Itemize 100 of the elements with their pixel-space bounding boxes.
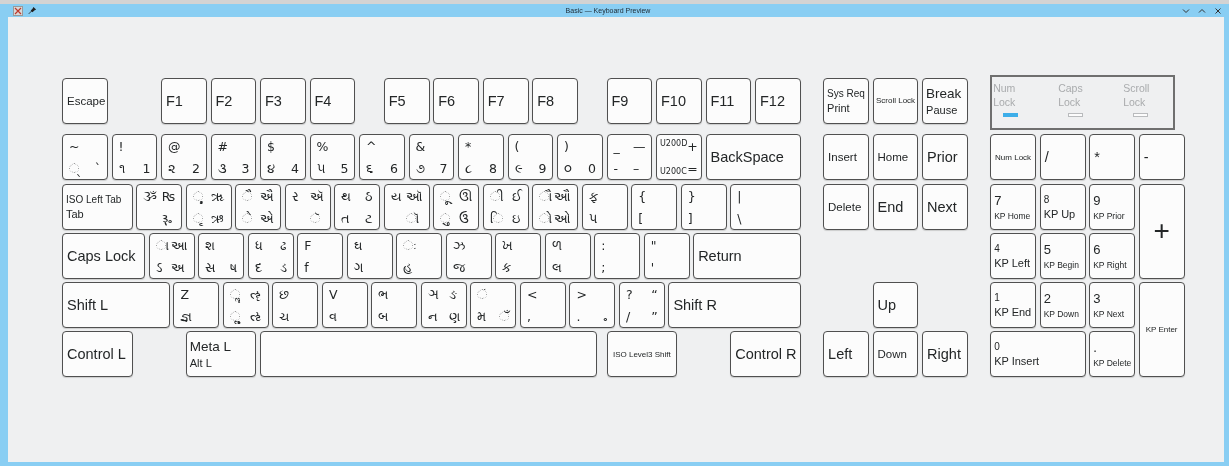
key-legend: * (465, 139, 489, 155)
key-legend: ણ (448, 309, 460, 325)
key-legend: ◌ૢ (229, 309, 250, 325)
key-legend: 4 (290, 161, 299, 177)
key-legend: ! (118, 139, 143, 155)
key-legend: V (328, 287, 361, 303)
key-legend: _ (613, 139, 633, 155)
key-label: 7 (994, 192, 1003, 208)
key-legend: ઓ (554, 210, 572, 226)
key-legend: @ (168, 139, 192, 155)
keyboard-key: Prior (922, 134, 968, 181)
keyboard-key: Caps Lock (62, 232, 146, 279)
key-legend: ૩ (217, 161, 242, 177)
key-label: KP Down (1043, 309, 1080, 320)
key-legend: | (737, 188, 794, 204)
key-label: Print (827, 101, 851, 114)
key-legend: " (650, 237, 683, 253)
key-label: KP Insert (994, 355, 1041, 368)
key-legend: ` (94, 161, 101, 177)
key-legend: ઑ (405, 188, 423, 204)
indicator-label: Caps Lock (1058, 82, 1084, 110)
keyboard-key: Control R (730, 331, 801, 378)
key-legend: ઐ (260, 188, 275, 204)
key-legend: [ (638, 210, 671, 226)
key-legend: ૰ (603, 309, 609, 325)
app-icon (13, 5, 23, 16)
key-legend: ય (390, 188, 406, 204)
key-label: KP Next (1093, 309, 1126, 320)
key-legend: ૡ (249, 287, 262, 303)
key-legend: ઔ (554, 188, 572, 204)
key-legend: > (576, 287, 604, 303)
key-legend: ] (687, 210, 720, 226)
key-legend: ઊ (459, 188, 473, 204)
key-legend: ' (650, 259, 683, 275)
key-legend: ગ (353, 259, 386, 275)
pin-icon[interactable] (28, 6, 37, 15)
keyboard-key: F10 (656, 78, 702, 124)
close-icon[interactable] (1214, 6, 1222, 15)
key-legend: ૪ (267, 161, 291, 177)
key-legend: સ (205, 259, 231, 275)
keyboard-key: F6 (433, 78, 480, 124)
keyboard-key: + (1138, 183, 1185, 279)
key-label: 5 (1043, 241, 1052, 257)
keyboard-key: Escape (62, 78, 108, 124)
keyboard-key: Next (922, 183, 968, 230)
key-label: 6 (1093, 241, 1102, 257)
keyboard-key: ISO Level3 Shift (606, 331, 678, 378)
key-legend: # (217, 139, 242, 155)
key-legend: 8 (488, 161, 497, 177)
keyboard-key: F5 (383, 78, 430, 124)
key-legend: ◌ં (477, 287, 500, 303)
key-legend: 5 (340, 161, 349, 177)
key-legend: Z (180, 287, 213, 303)
key-legend: મ (477, 309, 500, 325)
key-legend: ) (564, 139, 588, 155)
key-legend: ઽ (155, 259, 171, 275)
key-legend: ૯ (514, 161, 539, 177)
keyboard-key: Shift R (668, 282, 801, 329)
key-label: Meta L (189, 339, 233, 355)
key-legend: f (304, 259, 337, 275)
key-legend: ઙ (448, 287, 460, 303)
key-legend: ષ (230, 259, 238, 275)
key-legend: U200C (660, 166, 688, 177)
keyboard-key: End (872, 183, 919, 230)
key-legend: વ (328, 309, 361, 325)
key-label: . (1093, 340, 1098, 356)
key-legend: ૧ (118, 161, 143, 177)
keyboard-key: F1 (161, 78, 207, 124)
key-label: 1 (994, 292, 1001, 304)
key-legend: 7 (439, 161, 448, 177)
keyboard-key: Up (872, 282, 919, 329)
key-legend: 3 (241, 161, 250, 177)
key-legend: ઘ (353, 237, 386, 253)
key-legend: . (576, 309, 604, 325)
keyboard-key: Return (693, 232, 801, 279)
key-legend: ભ (378, 287, 411, 303)
keyboard-key: F3 (260, 78, 306, 124)
key-legend: ^ (366, 139, 390, 155)
key-legend: – (632, 161, 646, 177)
key-label: 3 (1093, 291, 1102, 307)
key-legend: % (316, 139, 341, 155)
key-legend: છ (279, 287, 312, 303)
keyboard-key: / (1039, 134, 1086, 181)
key-label: 2 (1043, 291, 1052, 307)
key-legend: ૮ (465, 161, 489, 177)
key-legend: ” (651, 309, 658, 325)
key-legend: દ (254, 259, 280, 275)
key-legend: 2 (191, 161, 200, 177)
key-legend: જ્ઞ (180, 309, 213, 325)
keyboard-key: F8 (532, 78, 579, 124)
key-legend: 6 (389, 161, 398, 177)
key-label: KP End (994, 306, 1033, 319)
key-legend: 9 (538, 161, 547, 177)
indicator-label: Scroll Lock (1123, 82, 1151, 110)
key-legend: ઉ (459, 210, 473, 226)
key-legend: ◌ૂ (440, 188, 460, 204)
key-legend: ◌િ (489, 210, 512, 226)
key-legend: ડ (279, 259, 287, 275)
key-legend: ◌ઃ (403, 237, 436, 253)
key-legend: ત (341, 210, 366, 226)
